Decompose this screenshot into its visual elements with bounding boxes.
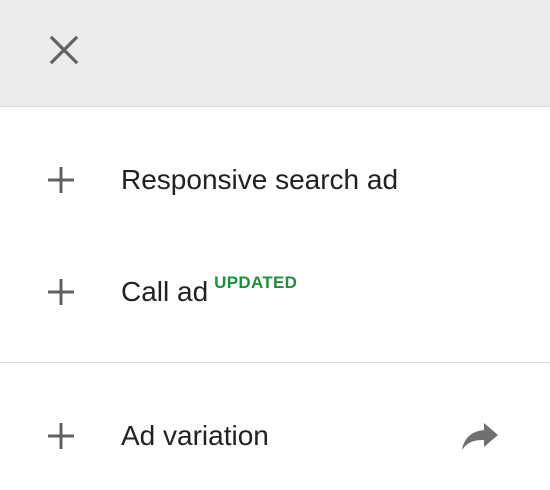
menu-item-label: Ad variation <box>121 420 269 451</box>
dialog-header <box>0 0 550 107</box>
menu-item-label-text: Call ad <box>121 276 209 307</box>
menu-item-responsive-search-ad[interactable]: Responsive search ad <box>0 150 550 210</box>
updated-badge: UPDATED <box>214 273 298 292</box>
plus-icon <box>48 279 74 305</box>
close-icon <box>49 35 79 65</box>
menu-item-label: Call ad UPDATED <box>121 273 298 308</box>
close-button[interactable] <box>38 24 90 76</box>
menu-item-call-ad[interactable]: Call ad UPDATED <box>0 262 550 322</box>
menu-divider <box>0 362 550 363</box>
plus-icon <box>48 423 74 449</box>
share-arrow-icon[interactable] <box>460 420 500 452</box>
plus-icon <box>48 167 74 193</box>
menu-item-ad-variation[interactable]: Ad variation <box>0 406 550 466</box>
menu-item-label: Responsive search ad <box>121 164 399 195</box>
